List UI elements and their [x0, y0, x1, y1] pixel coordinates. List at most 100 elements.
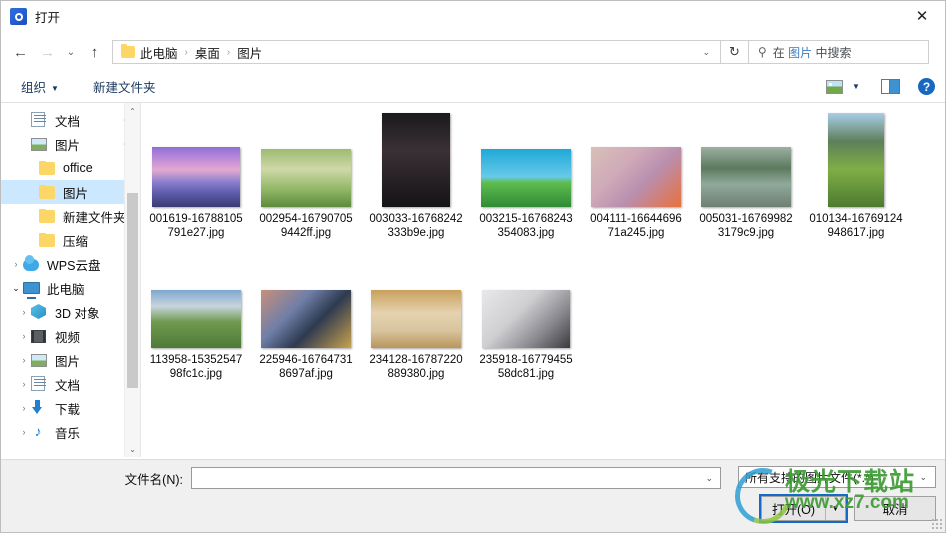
- organize-button[interactable]: 组织 ▼: [15, 74, 65, 99]
- scroll-down-icon[interactable]: ⌄: [125, 441, 140, 457]
- sidebar-item-压缩[interactable]: 压缩: [1, 228, 140, 252]
- up-icon[interactable]: ↑: [81, 39, 108, 65]
- footer-buttons: 打开(O) ▼ 取消: [758, 494, 936, 523]
- file-item[interactable]: 225946-167647318697af.jpg: [251, 252, 361, 381]
- sidebar-item-图片[interactable]: › 图片: [1, 348, 140, 372]
- dialog-body: 文档📌图片📌office图片新建文件夹压缩›WPS云盘⌄此电脑›3D 对象›视频…: [1, 103, 945, 457]
- file-item[interactable]: 113958-1535254798fc1c.jpg: [141, 252, 251, 381]
- file-item[interactable]: 234128-16787220889380.jpg: [361, 252, 471, 381]
- document-icon: [31, 112, 49, 128]
- chevron-right-icon[interactable]: ›: [9, 259, 23, 269]
- folder-icon: [121, 44, 135, 58]
- file-type-filter[interactable]: 所有支持的图片文件(*.*) ⌄: [738, 466, 936, 488]
- file-item[interactable]: 002954-167907059442ff.jpg: [251, 111, 361, 240]
- file-item[interactable]: 235918-1677945558dc81.jpg: [471, 252, 581, 381]
- sidebar-item-label: 图片: [55, 138, 81, 153]
- file-name-label: 235918-1677945558dc81.jpg: [479, 354, 573, 380]
- sidebar-item-图片[interactable]: 图片: [1, 180, 140, 204]
- chevron-down-icon[interactable]: ⌄: [698, 473, 720, 484]
- file-thumbnail[interactable]: [261, 290, 351, 348]
- search-input[interactable]: ⚲ 在 图片 中搜索: [749, 40, 929, 64]
- file-thumbnail[interactable]: [371, 290, 461, 348]
- file-item[interactable]: 003033-16768242333b9e.jpg: [361, 111, 471, 240]
- file-thumbnail[interactable]: [151, 290, 241, 348]
- sidebar-item-视频[interactable]: › 视频: [1, 324, 140, 348]
- chevron-right-icon[interactable]: ›: [17, 403, 31, 413]
- file-item[interactable]: 004111-1664469671a245.jpg: [581, 111, 691, 240]
- resize-grip[interactable]: [931, 518, 942, 529]
- sidebar-scrollbar[interactable]: ⌃ ⌄: [124, 103, 140, 457]
- open-button[interactable]: 打开(O) ▼: [758, 494, 849, 523]
- sidebar-item-新建文件夹[interactable]: 新建文件夹: [1, 204, 140, 228]
- open-button-label: 打开(O): [771, 503, 815, 517]
- sidebar-item-office[interactable]: office: [1, 156, 140, 180]
- chevron-down-icon: ▼: [51, 84, 59, 93]
- file-thumbnail-wrap: [152, 111, 240, 207]
- file-thumbnail[interactable]: [828, 113, 884, 207]
- sidebar-item-label: 此电脑: [47, 282, 85, 297]
- sidebar-item-label: 图片: [63, 186, 89, 201]
- breadcrumb-item-1[interactable]: 桌面: [193, 43, 222, 62]
- breadcrumb-item-2[interactable]: 图片: [235, 43, 264, 62]
- file-thumbnail[interactable]: [701, 147, 791, 207]
- new-folder-button[interactable]: 新建文件夹: [87, 74, 162, 99]
- chevron-right-icon[interactable]: ›: [17, 355, 31, 365]
- help-icon[interactable]: ?: [918, 78, 935, 95]
- chevron-down-icon[interactable]: ⌄: [911, 472, 935, 483]
- file-name-label: 234128-16787220889380.jpg: [369, 354, 463, 380]
- back-icon[interactable]: ←: [7, 39, 34, 65]
- chevron-right-icon[interactable]: ›: [17, 331, 31, 341]
- file-thumbnail[interactable]: [382, 113, 450, 207]
- music-icon: ♪: [34, 423, 42, 439]
- cloud-icon: [23, 255, 41, 272]
- sidebar-item-音乐[interactable]: › ♪ 音乐: [1, 420, 140, 444]
- chevron-right-icon[interactable]: ›: [17, 427, 31, 437]
- scrollbar-thumb[interactable]: [127, 193, 138, 388]
- picture-icon: [31, 352, 49, 368]
- file-thumbnail[interactable]: [591, 147, 681, 207]
- chevron-down-icon[interactable]: ▼: [847, 77, 865, 97]
- sidebar-item-图片[interactable]: 图片📌: [1, 132, 140, 156]
- file-thumbnail[interactable]: [261, 149, 351, 207]
- filename-field[interactable]: ⌄: [191, 467, 721, 489]
- file-item[interactable]: 005031-167699823179c9.jpg: [691, 111, 801, 240]
- close-button[interactable]: ✕: [899, 1, 945, 31]
- refresh-icon[interactable]: ↻: [721, 40, 749, 64]
- chevron-right-icon[interactable]: ›: [17, 307, 31, 317]
- chevron-down-icon[interactable]: ⌄: [692, 47, 720, 58]
- cancel-button[interactable]: 取消: [854, 496, 936, 521]
- sidebar-item-label: office: [63, 161, 93, 175]
- file-item[interactable]: 003215-16768243354083.jpg: [471, 111, 581, 240]
- sidebar-item-文档[interactable]: 文档📌: [1, 108, 140, 132]
- recent-locations-icon[interactable]: ⌄: [61, 39, 81, 65]
- file-thumbnail[interactable]: [152, 147, 240, 207]
- picture-icon: [31, 136, 49, 152]
- view-thumbnails-icon[interactable]: [826, 79, 843, 94]
- file-item[interactable]: 010134-16769124948617.jpg: [801, 111, 911, 240]
- sidebar-item-WPS云盘[interactable]: › WPS云盘: [1, 252, 140, 276]
- file-item[interactable]: 001619-16788105791e27.jpg: [141, 111, 251, 240]
- navigation-pane: 文档📌图片📌office图片新建文件夹压缩›WPS云盘⌄此电脑›3D 对象›视频…: [1, 103, 140, 457]
- chevron-right-icon[interactable]: ›: [17, 379, 31, 389]
- sidebar-item-3D 对象[interactable]: › 3D 对象: [1, 300, 140, 324]
- open-dropdown-arrow[interactable]: ▼: [825, 497, 845, 520]
- sidebar-item-label: 图片: [55, 354, 81, 369]
- scroll-up-icon[interactable]: ⌃: [125, 103, 140, 119]
- filename-input[interactable]: [192, 468, 699, 488]
- sidebar-item-下载[interactable]: › 下载: [1, 396, 140, 420]
- file-thumbnail-wrap: [481, 111, 571, 207]
- command-bar: 组织 ▼ 新建文件夹 ▼ ?: [1, 71, 945, 103]
- file-thumbnail[interactable]: [481, 149, 571, 207]
- file-thumbnail-wrap: [382, 111, 450, 207]
- forward-icon[interactable]: →: [34, 39, 61, 65]
- file-thumbnail-wrap: [701, 111, 791, 207]
- file-list-pane[interactable]: 001619-16788105791e27.jpg 002954-16790705…: [141, 103, 945, 457]
- chevron-down-icon[interactable]: ⌄: [9, 283, 23, 294]
- address-bar[interactable]: 此电脑 › 桌面 › 图片 ⌄: [112, 40, 721, 64]
- sidebar-item-文档[interactable]: › 文档: [1, 372, 140, 396]
- sidebar-item-此电脑[interactable]: ⌄ 此电脑: [1, 276, 140, 300]
- preview-pane-icon[interactable]: [881, 79, 900, 94]
- breadcrumb-item-0[interactable]: 此电脑: [138, 43, 180, 62]
- file-thumbnail[interactable]: [482, 290, 570, 348]
- sidebar-item-label: 压缩: [63, 234, 89, 249]
